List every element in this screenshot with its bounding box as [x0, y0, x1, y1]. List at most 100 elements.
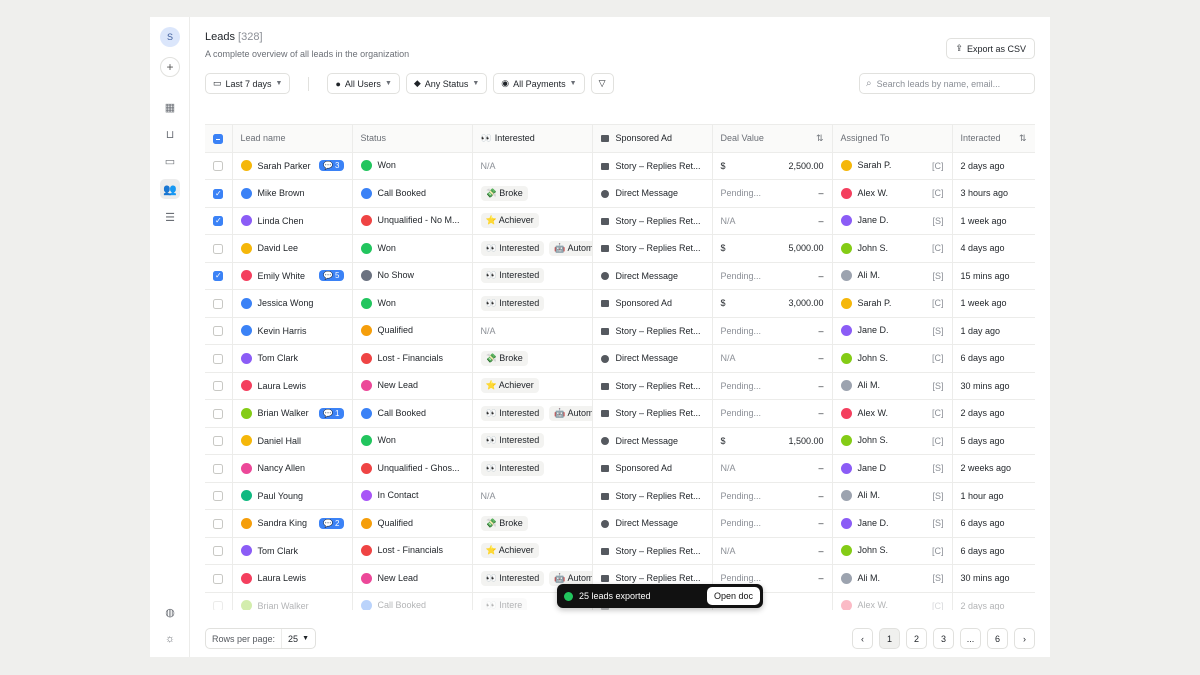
assigned-cell[interactable]: John S. [C] [832, 427, 953, 455]
assigned-cell[interactable]: Ali M. [S] [832, 564, 953, 593]
lead-name-cell[interactable]: Sarah Parker 💬 3 [232, 152, 353, 180]
row-select-cell[interactable] [205, 399, 233, 428]
lead-name[interactable]: Jessica Wong [258, 298, 314, 308]
lead-name[interactable]: Paul Young [258, 491, 304, 501]
table-row[interactable]: Nancy Allen Unqualified - Ghos... 👀 Inte… [205, 454, 1035, 483]
row-checkbox[interactable] [213, 601, 223, 610]
table-row[interactable]: Linda Chen Unqualified - No M... ⭐ Achie… [205, 207, 1035, 235]
row-checkbox[interactable] [213, 243, 223, 254]
workspace-avatar[interactable]: S [160, 27, 180, 47]
status-cell[interactable]: In Contact [352, 482, 473, 510]
interest-cell[interactable]: 👀 Interested [472, 262, 593, 290]
lead-name-cell[interactable]: Linda Chen [232, 207, 353, 235]
lead-name[interactable]: David Lee [258, 243, 299, 253]
interest-cell[interactable]: 💸 Broke [472, 509, 593, 538]
table-row[interactable]: Sandra King 💬 2 Qualified 💸 Broke Direct M… [205, 509, 1035, 538]
status-cell[interactable]: Unqualified - No M... [352, 207, 473, 235]
assigned-cell[interactable]: Sarah P. [C] [832, 152, 953, 180]
status-cell[interactable]: Lost - Financials [352, 537, 473, 565]
interest-cell[interactable]: ⭐ Achiever [472, 372, 593, 400]
interest-tag[interactable]: 💸 Broke [480, 350, 528, 366]
add-icon[interactable]: + [160, 57, 180, 77]
assigned-cell[interactable]: Jane D. [S] [832, 207, 953, 235]
table-row[interactable]: Sarah Parker 💬 3 Won N/A Story – Replies R… [205, 152, 1035, 180]
export-csv-button[interactable]: ⇪ Export as CSV [946, 38, 1035, 59]
lead-name-cell[interactable]: Brian Walker [232, 592, 353, 610]
table-row[interactable]: Tom Clark Lost - Financials 💸 Broke Dire… [205, 344, 1035, 373]
lead-name-cell[interactable]: David Lee [232, 234, 353, 263]
assigned-cell[interactable]: Alex W. [C] [832, 399, 953, 428]
table-row[interactable]: Paul Young In Contact N/A Story – Replie… [205, 482, 1035, 510]
message-count-badge[interactable]: 💬 5 [319, 270, 344, 282]
interest-cell[interactable]: 👀 Interested 🤖 Autom [472, 234, 593, 263]
interest-tag[interactable]: 👀 Interested [480, 240, 545, 256]
table-row[interactable]: Brian Walker 💬 1 Call Booked 👀 Interested 🤖… [205, 399, 1035, 428]
page-button[interactable]: 6 [987, 628, 1008, 649]
col-source[interactable]: Sponsored Ad [592, 125, 713, 153]
col-assigned[interactable]: Assigned To [832, 125, 953, 153]
status-filter[interactable]: ◆ Any Status ▼ [405, 73, 488, 94]
row-checkbox[interactable] [213, 216, 223, 227]
lead-name[interactable]: Linda Chen [258, 216, 304, 226]
col-status[interactable]: Status [352, 125, 473, 153]
row-checkbox[interactable] [213, 408, 223, 419]
table-row[interactable]: Tom Clark Lost - Financials ⭐ Achiever S… [205, 537, 1035, 565]
sort-icon[interactable]: ⇅ [816, 133, 824, 144]
status-cell[interactable]: Won [352, 234, 473, 263]
sort-icon[interactable]: ⇅ [1019, 133, 1027, 144]
interest-tag[interactable]: 👀 Interested [480, 295, 545, 311]
lead-name-cell[interactable]: Laura Lewis [232, 372, 353, 400]
interest-cell[interactable]: 👀 Interested [472, 289, 593, 318]
assigned-cell[interactable]: Ali M. [S] [832, 482, 953, 510]
lead-name-cell[interactable]: Paul Young [232, 482, 353, 510]
table-row[interactable]: Kevin Harris Qualified N/A Story – Repli… [205, 317, 1035, 345]
status-cell[interactable]: Lost - Financials [352, 344, 473, 373]
assigned-cell[interactable]: Ali M. [S] [832, 372, 953, 400]
interest-tag[interactable]: 🤖 Autom [549, 240, 591, 256]
row-checkbox[interactable] [213, 188, 223, 199]
page-button[interactable]: 3 [933, 628, 954, 649]
interest-tag[interactable]: ⭐ Achiever [480, 543, 539, 559]
table-row[interactable]: Jessica Wong Won 👀 Interested Sponsored … [205, 289, 1035, 318]
interest-tag[interactable]: 💸 Broke [480, 185, 528, 201]
select-all-cell[interactable] [205, 125, 233, 153]
lead-name[interactable]: Mike Brown [258, 188, 305, 198]
assigned-cell[interactable]: Alex W. [C] [832, 592, 953, 610]
status-cell[interactable]: No Show [352, 262, 473, 290]
assigned-cell[interactable]: John S. [C] [832, 537, 953, 565]
filter-button[interactable]: ▽ [590, 73, 614, 94]
row-select-cell[interactable] [205, 564, 233, 593]
row-select-cell[interactable] [205, 262, 233, 290]
calendar-icon[interactable]: ▭ [160, 151, 180, 171]
lead-name[interactable]: Kevin Harris [258, 326, 307, 336]
row-checkbox[interactable] [213, 436, 223, 447]
interest-cell[interactable]: N/A [472, 317, 593, 345]
interest-cell[interactable]: 💸 Broke [472, 344, 593, 373]
prev-page-button[interactable]: ‹ [852, 628, 873, 649]
row-select-cell[interactable] [205, 207, 233, 235]
interest-cell[interactable]: 👀 Interested [472, 454, 593, 483]
interest-cell[interactable]: 💸 Broke [472, 179, 593, 208]
lead-name[interactable]: Tom Clark [258, 353, 299, 363]
assigned-cell[interactable]: Alex W. [C] [832, 179, 953, 208]
lead-name[interactable]: Laura Lewis [258, 381, 307, 391]
row-select-cell[interactable] [205, 289, 233, 318]
row-checkbox[interactable] [213, 353, 223, 364]
message-count-badge[interactable]: 💬 2 [319, 517, 344, 529]
message-count-badge[interactable]: 💬 1 [319, 407, 344, 419]
lead-name[interactable]: Sarah Parker [258, 161, 311, 171]
interest-tag[interactable]: 👀 Intere [480, 598, 528, 610]
assigned-cell[interactable]: John S. [C] [832, 234, 953, 263]
interest-cell[interactable]: ⭐ Achiever [472, 207, 593, 235]
row-select-cell[interactable] [205, 344, 233, 373]
row-checkbox[interactable] [213, 463, 223, 474]
interest-cell[interactable]: 👀 Interested 🤖 Autom [472, 399, 593, 428]
rows-per-page[interactable]: Rows per page: 25 ▼ [205, 628, 316, 649]
interest-tag[interactable]: 👀 Interested [480, 460, 545, 476]
lead-name[interactable]: Tom Clark [258, 546, 299, 556]
interest-tag[interactable]: 👀 Interested [480, 433, 545, 449]
lead-name-cell[interactable]: Daniel Hall [232, 427, 353, 455]
sliders-icon[interactable]: ☰ [160, 207, 180, 227]
lead-name-cell[interactable]: Jessica Wong [232, 289, 353, 318]
interest-tag[interactable]: 👀 Interested [480, 570, 545, 586]
